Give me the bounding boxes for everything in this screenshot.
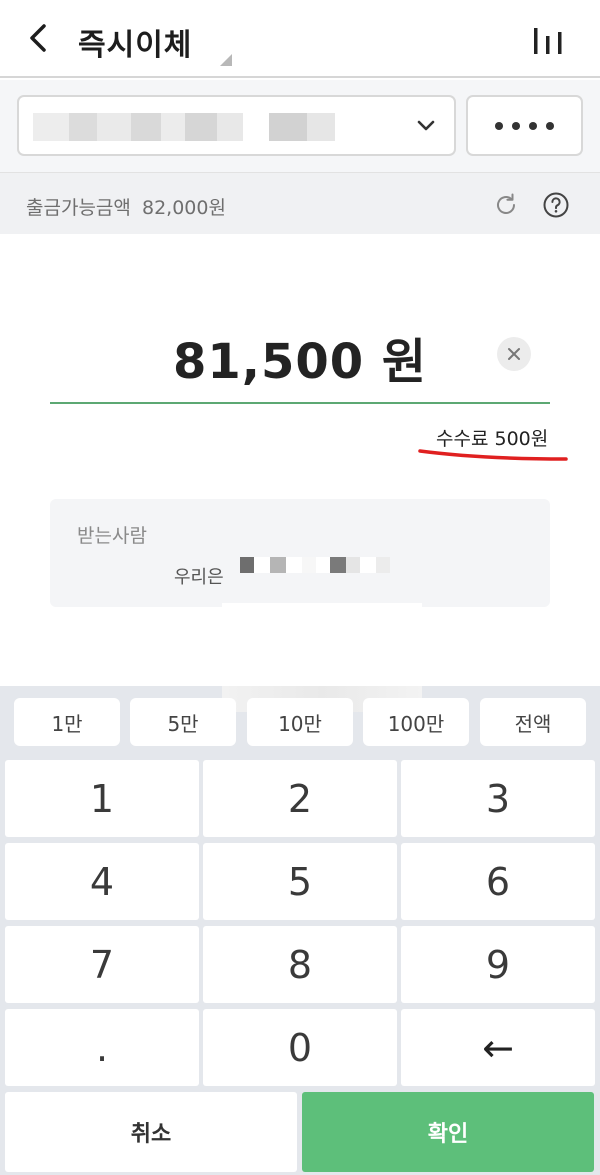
quick-amount-1m[interactable]: 100만 [363, 698, 469, 746]
quick-amount-all[interactable]: 전액 [480, 698, 586, 746]
page-title: 즉시이체 [78, 28, 193, 63]
more-dots-icon [495, 121, 503, 130]
bar-chart-icon[interactable] [528, 24, 568, 58]
chevron-down-icon [416, 115, 436, 135]
key-8[interactable]: 8 [203, 926, 397, 1003]
key-1[interactable]: 1 [5, 760, 199, 837]
masked-account-number [33, 113, 335, 141]
key-5[interactable]: 5 [203, 843, 397, 920]
key-6[interactable]: 6 [401, 843, 595, 920]
backspace-key[interactable]: ← [401, 1009, 595, 1086]
masked-strip [222, 603, 422, 611]
key-7[interactable]: 7 [5, 926, 199, 1003]
key-2[interactable]: 2 [203, 760, 397, 837]
cancel-button[interactable]: 취소 [5, 1092, 297, 1172]
back-icon[interactable] [22, 20, 58, 56]
key-9[interactable]: 9 [401, 926, 595, 1003]
key-0[interactable]: 0 [203, 1009, 397, 1086]
quick-amount-50k[interactable]: 5만 [130, 698, 236, 746]
refresh-icon[interactable] [492, 191, 520, 219]
masked-recipient-name [240, 555, 390, 575]
available-balance-row: 출금가능금액 82,000원 [0, 172, 600, 234]
red-annotation-underline [416, 445, 570, 465]
close-icon[interactable] [497, 337, 531, 371]
recipient-label: 받는사람 [77, 525, 147, 547]
account-row [0, 80, 600, 172]
numeric-keypad: 1만 5만 10만 100만 전액 1 2 3 4 5 6 7 8 9 . 0 … [0, 686, 600, 1175]
balance-value: 82,000원 [142, 197, 226, 219]
recipient-card: 받는사람 우리은 [50, 499, 550, 611]
header: 즉시이체 [0, 0, 600, 78]
title-corner-mark [220, 54, 232, 66]
key-4[interactable]: 4 [5, 843, 199, 920]
recipient-bank: 우리은 [174, 567, 224, 588]
key-dot[interactable]: . [5, 1009, 199, 1086]
quick-amount-100k[interactable]: 10만 [247, 698, 353, 746]
amount-underline [50, 402, 550, 404]
key-3[interactable]: 3 [401, 760, 595, 837]
more-button[interactable] [466, 95, 583, 156]
arrow-left-icon: ← [482, 1025, 514, 1070]
balance-label: 출금가능금액 [26, 197, 131, 219]
confirm-button[interactable]: 확인 [302, 1092, 594, 1172]
account-select[interactable] [17, 95, 456, 156]
transfer-amount: 81,500 원 [172, 334, 428, 390]
help-icon[interactable] [542, 191, 570, 219]
quick-amount-10k[interactable]: 1만 [14, 698, 120, 746]
